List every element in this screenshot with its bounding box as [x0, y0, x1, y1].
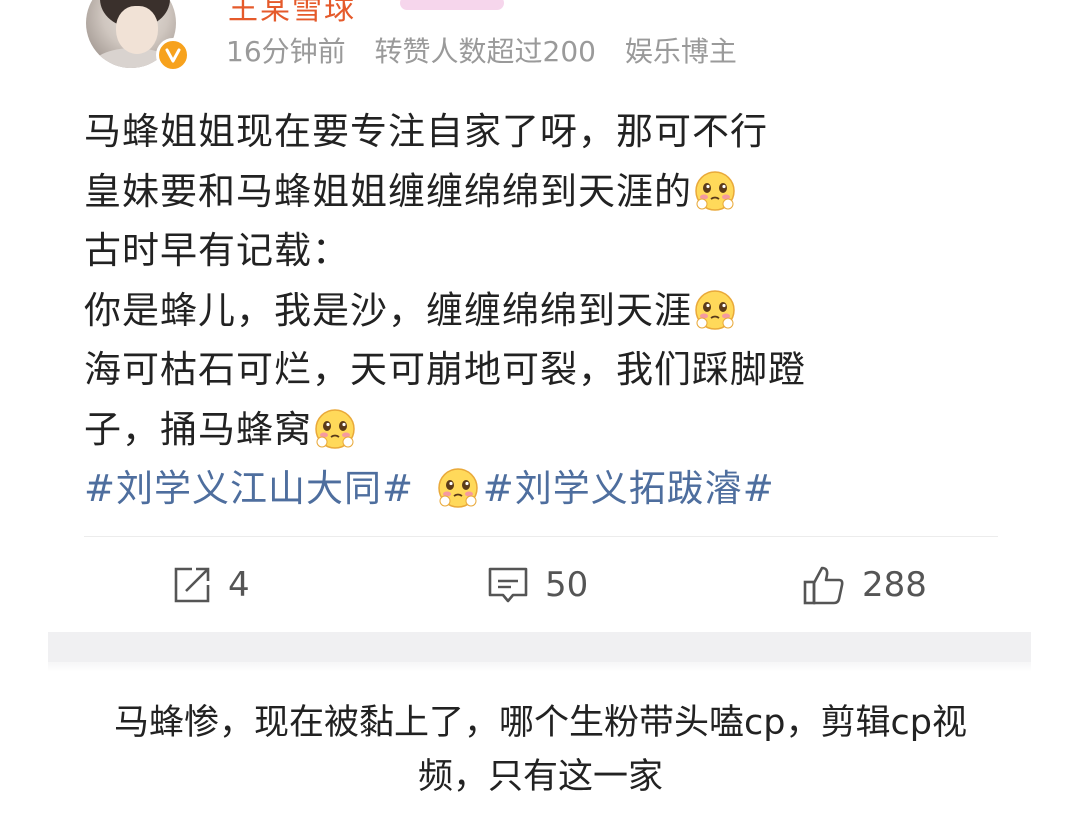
post-line: 海可枯石可烂，天可崩地可裂，我们踩脚蹬	[84, 348, 806, 391]
caption-line: 频，只有这一家	[417, 757, 663, 797]
hashtag-link[interactable]: #刘学义拓跋濬#	[483, 467, 775, 510]
verified-badge-icon	[156, 38, 190, 72]
post-line: 皇妹要和马蜂姐姐缠缠绵绵到天涯的	[84, 162, 984, 222]
post-line: 你是蜂儿，我是沙，缠缠绵绵到天涯	[84, 281, 984, 341]
repost-button[interactable]: 4	[172, 562, 250, 608]
post-content: 马蜂姐姐现在要专注自家了呀，那可不行 皇妹要和马蜂姐姐缠缠绵绵到天涯的 古时早有…	[84, 102, 984, 519]
post-line: 马蜂姐姐现在要专注自家了呀，那可不行	[84, 110, 768, 153]
blushing-face-emoji-icon	[695, 170, 735, 211]
section-separator-fade	[48, 662, 1031, 672]
username[interactable]: 王某雪球	[228, 0, 356, 28]
blushing-face-emoji-icon	[695, 289, 735, 330]
thumbs-up-icon	[803, 566, 844, 605]
comment-icon	[488, 567, 528, 603]
divider	[84, 536, 998, 537]
section-separator	[48, 632, 1031, 662]
blushing-face-emoji-icon	[315, 408, 355, 449]
user-category: 娱乐博主	[624, 35, 737, 68]
blushing-face-emoji-icon	[437, 468, 478, 508]
post-line: 子，捅马蜂窝	[84, 400, 984, 460]
post-line: 古时早有记载：	[84, 229, 350, 272]
like-button[interactable]: 288	[802, 562, 927, 608]
post-meta: 16分钟前 转赞人数超过200 娱乐博主	[226, 30, 737, 70]
repost-count: 4	[228, 565, 250, 605]
caption-text: 马蜂惨，现在被黏上了，哪个生粉带头嗑cp，剪辑cp视 频，只有这一家	[48, 696, 1033, 804]
member-badge-icon	[400, 0, 504, 10]
comment-count: 50	[545, 565, 589, 605]
caption-line: 马蜂惨，现在被黏上了，哪个生粉带头嗑cp，剪辑cp视	[114, 703, 967, 743]
repost-icon	[174, 567, 210, 603]
like-count: 288	[862, 565, 927, 605]
post-time: 16分钟前	[226, 35, 346, 68]
hashtag-link[interactable]: #刘学义江山大同#	[84, 467, 414, 510]
comment-button[interactable]: 50	[487, 562, 588, 608]
hashtag-row: #刘学义江山大同# #刘学义拓跋濬#	[84, 459, 984, 519]
weibo-post-screenshot: 王某雪球 16分钟前 转赞人数超过200 娱乐博主 马蜂姐姐现在要专注自家了呀，…	[0, 0, 1080, 838]
repost-note: 转赞人数超过200	[374, 35, 596, 68]
